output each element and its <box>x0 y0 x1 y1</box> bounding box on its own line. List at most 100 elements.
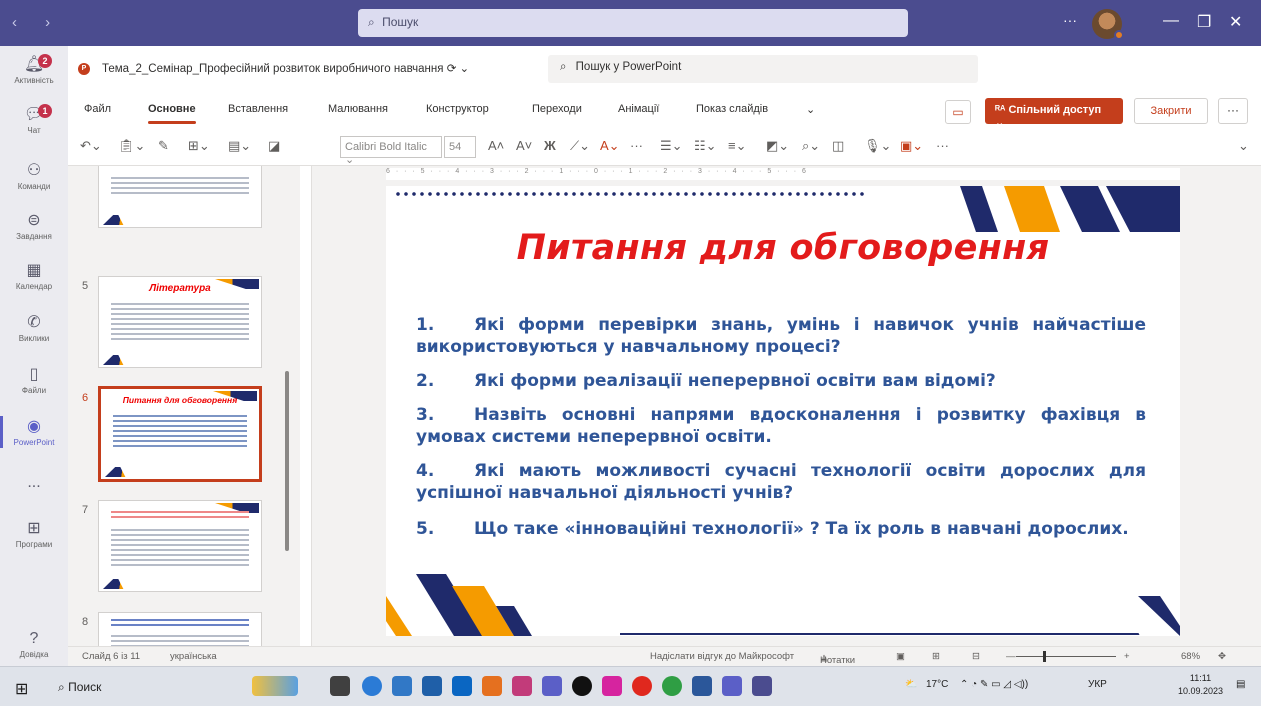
language-indicator[interactable]: українська <box>170 651 217 662</box>
paste-icon[interactable]: 📋︎⌄ <box>118 138 145 154</box>
close-window-icon[interactable]: ✕ <box>1229 12 1242 32</box>
rail-item-files[interactable]: ▯ Файли <box>0 364 68 395</box>
align-icon[interactable]: ≡⌄ <box>728 138 746 154</box>
slide-sorter-icon[interactable]: ⊞ <box>932 651 940 662</box>
zoom-in-icon[interactable]: + <box>1124 651 1130 662</box>
tab-slideshow[interactable]: Показ слайдів <box>696 103 768 115</box>
share-button[interactable]: ᴿᴬ Спільний доступ ⌄ <box>985 98 1123 129</box>
app-icon[interactable] <box>722 676 742 696</box>
zoom-out-icon[interactable]: — <box>1006 651 1016 662</box>
powerpoint-search-input[interactable]: ⌕ Пошук у PowerPoint <box>548 55 978 83</box>
rail-item-help[interactable]: ? Довідка <box>0 630 68 659</box>
shrink-font-icon[interactable]: A˅ <box>516 138 532 153</box>
rail-item-powerpoint[interactable]: ◉ PowerPoint <box>0 416 68 448</box>
undo-icon[interactable]: ↶⌄ <box>80 138 102 154</box>
settings-more-icon[interactable]: ··· <box>1063 12 1077 28</box>
dictate-icon[interactable]: 🎙︎⌄ <box>864 138 891 154</box>
slide-title[interactable]: Питання для обговорення <box>386 228 1180 268</box>
rail-item-more[interactable]: ... <box>0 474 68 494</box>
zoom-level[interactable]: 68% <box>1181 651 1200 662</box>
maximize-icon[interactable]: ❐ <box>1197 12 1211 32</box>
instagram-icon[interactable] <box>602 676 622 696</box>
thumbnails-scrollbar[interactable] <box>285 371 289 551</box>
task-view-icon[interactable] <box>330 676 350 696</box>
format-painter-icon[interactable]: ✎ <box>158 138 169 154</box>
new-slide-icon[interactable]: ⊞⌄ <box>188 138 210 154</box>
font-name-select[interactable]: Calibri Bold Italic ⌄ <box>340 136 442 166</box>
input-language[interactable]: УКР <box>1088 679 1107 690</box>
question-3[interactable]: 3. Назвіть основні напрями вдосконалення … <box>416 404 1146 448</box>
zoom-slider[interactable] <box>1016 656 1116 657</box>
designer-icon[interactable]: ◫ <box>832 138 844 154</box>
close-button[interactable]: Закрити <box>1134 98 1208 124</box>
taskbar-clock[interactable]: 11:11 10.09.2023 <box>1178 672 1223 698</box>
chrome-icon[interactable] <box>662 676 682 696</box>
font-color-icon[interactable]: A⌄ <box>600 138 620 154</box>
slide-thumbnail-4[interactable] <box>98 166 262 228</box>
question-4[interactable]: 4. Які мають можливості сучасні технологі… <box>416 460 1146 504</box>
slide-thumbnail-8[interactable] <box>98 612 262 646</box>
fit-to-window-icon[interactable]: ✥ <box>1218 651 1226 662</box>
font-size-select[interactable]: 54 <box>444 136 476 158</box>
reading-view-icon[interactable]: ⊟ <box>972 651 980 662</box>
rail-item-teams[interactable]: ⚇ Команди <box>0 160 68 191</box>
zoom-slider-thumb[interactable] <box>1043 651 1046 662</box>
shapes-icon[interactable]: ◩⌄ <box>766 138 789 154</box>
more-options-button[interactable]: ··· <box>1218 98 1248 124</box>
rail-item-calls[interactable]: ✆ Виклики <box>0 312 68 343</box>
weather-temp[interactable]: 17°C <box>926 679 948 690</box>
question-2[interactable]: 2. Які форми реалізації неперервної освіт… <box>416 370 1146 392</box>
tab-home[interactable]: Основне <box>148 103 196 124</box>
notifications-icon[interactable]: ▤ <box>1236 679 1245 690</box>
rail-item-chat[interactable]: 💬︎ 1 Чат <box>0 104 68 135</box>
addins-icon[interactable]: ▣⌄ <box>900 138 923 154</box>
teams-taskbar-icon[interactable] <box>752 676 772 696</box>
numbering-icon[interactable]: ☷⌄ <box>694 138 717 154</box>
tab-draw[interactable]: Малювання <box>328 103 388 115</box>
edge-icon[interactable] <box>362 676 382 696</box>
windows-start-icon[interactable]: ⊞ <box>15 679 28 699</box>
bullets-icon[interactable]: ☰⌄ <box>660 138 683 154</box>
tab-file[interactable]: Файл <box>84 103 111 115</box>
expand-ribbon-icon[interactable]: ⌄ <box>1238 138 1249 154</box>
rail-item-assignments[interactable]: ⊜ Завдання <box>0 210 68 241</box>
slide-thumbnail-6-selected[interactable]: Питання для обговорення <box>98 386 262 482</box>
tab-animations[interactable]: Анімації <box>618 103 659 115</box>
more-font-icon[interactable]: ··· <box>630 138 643 153</box>
tray-icons[interactable]: ⌃ ◔ ✎ ▭ ◿ ◁)) <box>960 679 1028 690</box>
rail-item-activity[interactable]: 🔔︎ 2 Активність <box>0 54 68 85</box>
question-5[interactable]: 5. Що таке «інноваційні технології» ? Та … <box>416 518 1146 540</box>
weather-icon[interactable]: ⛅ <box>905 679 917 690</box>
slide-canvas[interactable]: Питання для обговорення 1. Які форми пере… <box>386 186 1180 636</box>
widgets-icon[interactable] <box>252 676 298 696</box>
back-forward-arrows[interactable]: ‹ › <box>12 14 62 31</box>
app-icon[interactable] <box>512 676 532 696</box>
app-icon[interactable] <box>542 676 562 696</box>
bold-icon[interactable]: Ж <box>544 138 556 153</box>
tab-design[interactable]: Конструктор <box>426 103 489 115</box>
word-icon[interactable] <box>692 676 712 696</box>
normal-view-icon[interactable]: ▣ <box>896 651 905 662</box>
mail-icon[interactable] <box>452 676 472 696</box>
more-tabs-chevron-icon[interactable]: ⌄ <box>806 103 815 116</box>
tiktok-icon[interactable] <box>572 676 592 696</box>
reset-icon[interactable]: ◪ <box>268 138 280 154</box>
highlight-icon[interactable]: ⟋⌄ <box>570 138 590 154</box>
comments-button[interactable]: ▭ <box>945 100 971 124</box>
slide-thumbnail-7[interactable] <box>98 500 262 592</box>
explorer-icon[interactable] <box>392 676 412 696</box>
store-icon[interactable] <box>422 676 442 696</box>
slide-thumbnail-5[interactable]: Література <box>98 276 262 368</box>
rail-item-apps[interactable]: ⊞ Програми <box>0 518 68 549</box>
grow-font-icon[interactable]: A˄ <box>488 138 504 153</box>
question-1[interactable]: 1. Які форми перевірки знань, умінь і нав… <box>416 314 1146 358</box>
find-icon[interactable]: ⌕⌄ <box>802 138 820 154</box>
minimize-icon[interactable]: — <box>1163 12 1179 30</box>
opera-icon[interactable] <box>632 676 652 696</box>
layout-icon[interactable]: ▤⌄ <box>228 138 251 154</box>
rail-item-calendar[interactable]: ▦ Календар <box>0 260 68 291</box>
tab-transitions[interactable]: Переходи <box>532 103 582 115</box>
teams-search-input[interactable]: ⌕ Пошук <box>358 9 908 37</box>
tab-insert[interactable]: Вставлення <box>228 103 288 115</box>
app-icon[interactable] <box>482 676 502 696</box>
